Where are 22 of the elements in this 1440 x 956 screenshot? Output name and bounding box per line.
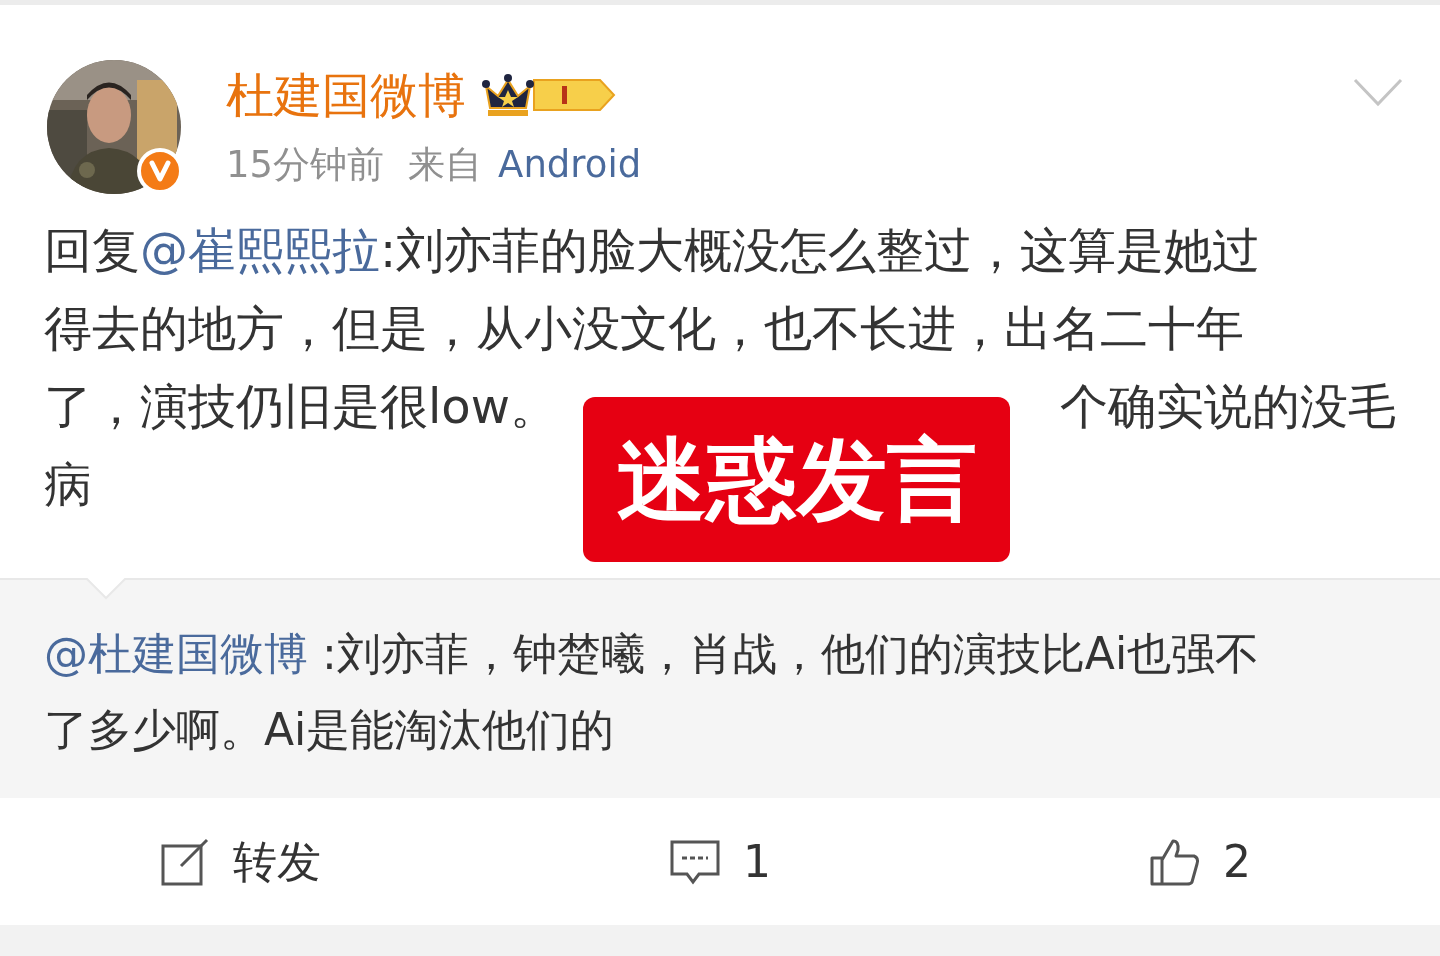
sticker-label: 迷惑发言 xyxy=(583,397,1010,562)
post-text: 了，演技仍旧是很low。 xyxy=(44,377,558,436)
post-text: 病 xyxy=(44,455,92,514)
quoted-text: :刘亦菲，钟楚曦，肖战，他们的演技比Ai也强不 xyxy=(321,628,1260,679)
post-text: 个确实说的没毛 xyxy=(1060,377,1396,436)
mention-link[interactable]: @杜建国微博 xyxy=(44,628,308,679)
source-link[interactable]: Android xyxy=(498,143,642,186)
mention-link[interactable]: @崔熙熙拉 xyxy=(140,211,380,289)
member-level-icon xyxy=(482,72,618,118)
author-name[interactable]: 杜建国微博 xyxy=(226,55,466,135)
chevron-down-icon[interactable] xyxy=(1353,77,1403,107)
repost-icon xyxy=(159,837,211,886)
repost-button[interactable]: 转发 xyxy=(0,827,480,896)
quoted-text: 了多少啊。Ai是能淘汰他们的 xyxy=(44,704,615,755)
like-button[interactable]: 2 xyxy=(960,827,1440,896)
comment-button[interactable]: 1 xyxy=(480,827,960,896)
post-time: 15分钟前 xyxy=(226,143,385,186)
thumbs-up-icon xyxy=(1149,837,1201,886)
post-text: :刘亦菲的脸大概没怎么整过，这算是她过 xyxy=(380,221,1261,280)
post-text: 回复 xyxy=(44,221,140,280)
post-text: 得去的地方，但是，从小没文化，也不长进，出名二十年 xyxy=(44,299,1244,358)
source-label: 来自 xyxy=(408,143,483,186)
